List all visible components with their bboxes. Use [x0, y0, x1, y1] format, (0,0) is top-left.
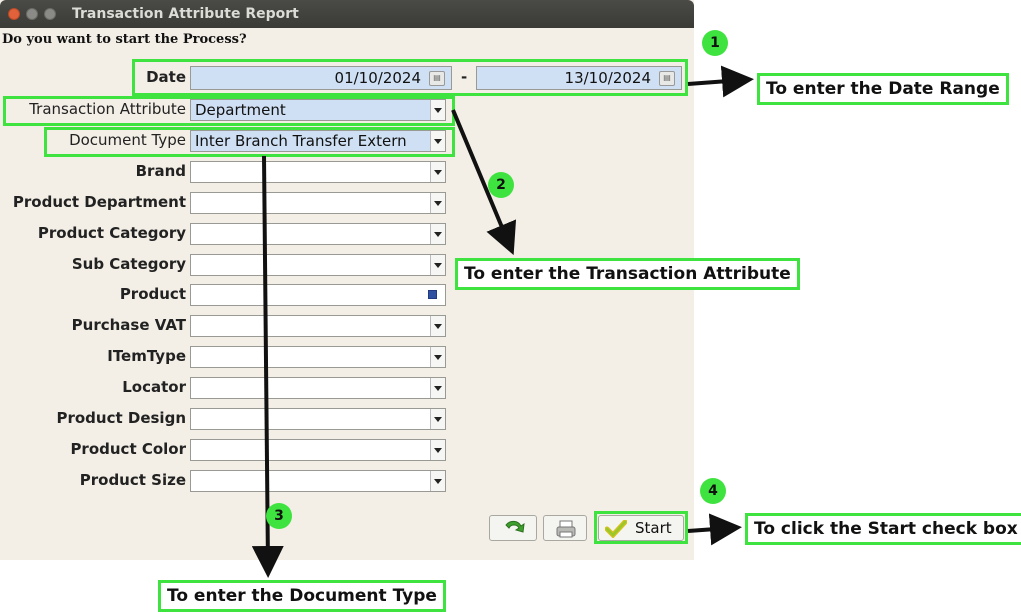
- callout-transaction-attribute: To enter the Transaction Attribute: [455, 258, 800, 290]
- arrow-document: [251, 155, 284, 578]
- step-badge-2: 2: [488, 172, 514, 198]
- arrow-date: [687, 65, 754, 98]
- arrow-start: [687, 513, 742, 546]
- step-badge-3: 3: [266, 503, 292, 529]
- step-badge-4: 4: [700, 478, 726, 504]
- step-badge-1: 1: [702, 30, 728, 56]
- callout-document-type: To enter the Document Type: [158, 580, 446, 612]
- callout-start: To click the Start check box: [745, 513, 1021, 545]
- callout-date-range: To enter the Date Range: [757, 73, 1009, 105]
